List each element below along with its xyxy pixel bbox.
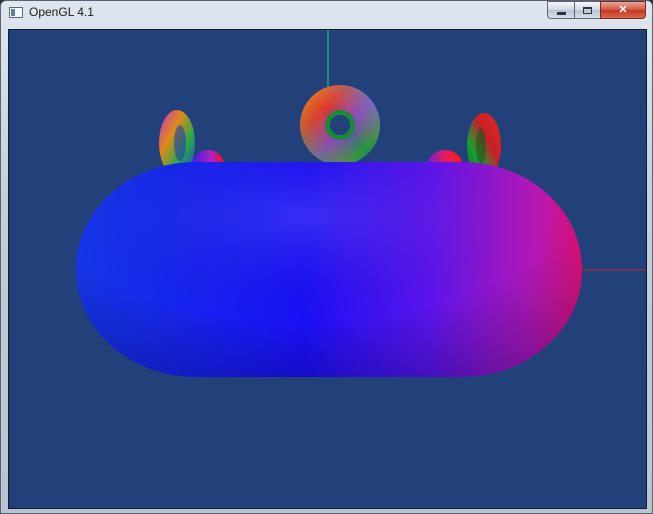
maximize-button[interactable] <box>574 1 600 19</box>
close-button[interactable]: ✕ <box>600 1 646 19</box>
minimize-button[interactable] <box>547 1 574 19</box>
torus-top-center <box>300 85 380 165</box>
app-window-icon[interactable] <box>9 7 23 18</box>
maximize-icon <box>583 6 592 14</box>
title-bar[interactable]: OpenGL 4.1 ✕ <box>1 1 652 27</box>
window-controls: ✕ <box>547 1 646 20</box>
large-torus <box>76 162 582 377</box>
opengl-viewport[interactable] <box>8 29 647 509</box>
window-title: OpenGL 4.1 <box>29 5 94 19</box>
close-icon: ✕ <box>618 3 628 16</box>
minimize-icon <box>556 11 566 15</box>
application-window: OpenGL 4.1 ✕ <box>0 0 653 514</box>
scene-canvas <box>76 30 646 377</box>
